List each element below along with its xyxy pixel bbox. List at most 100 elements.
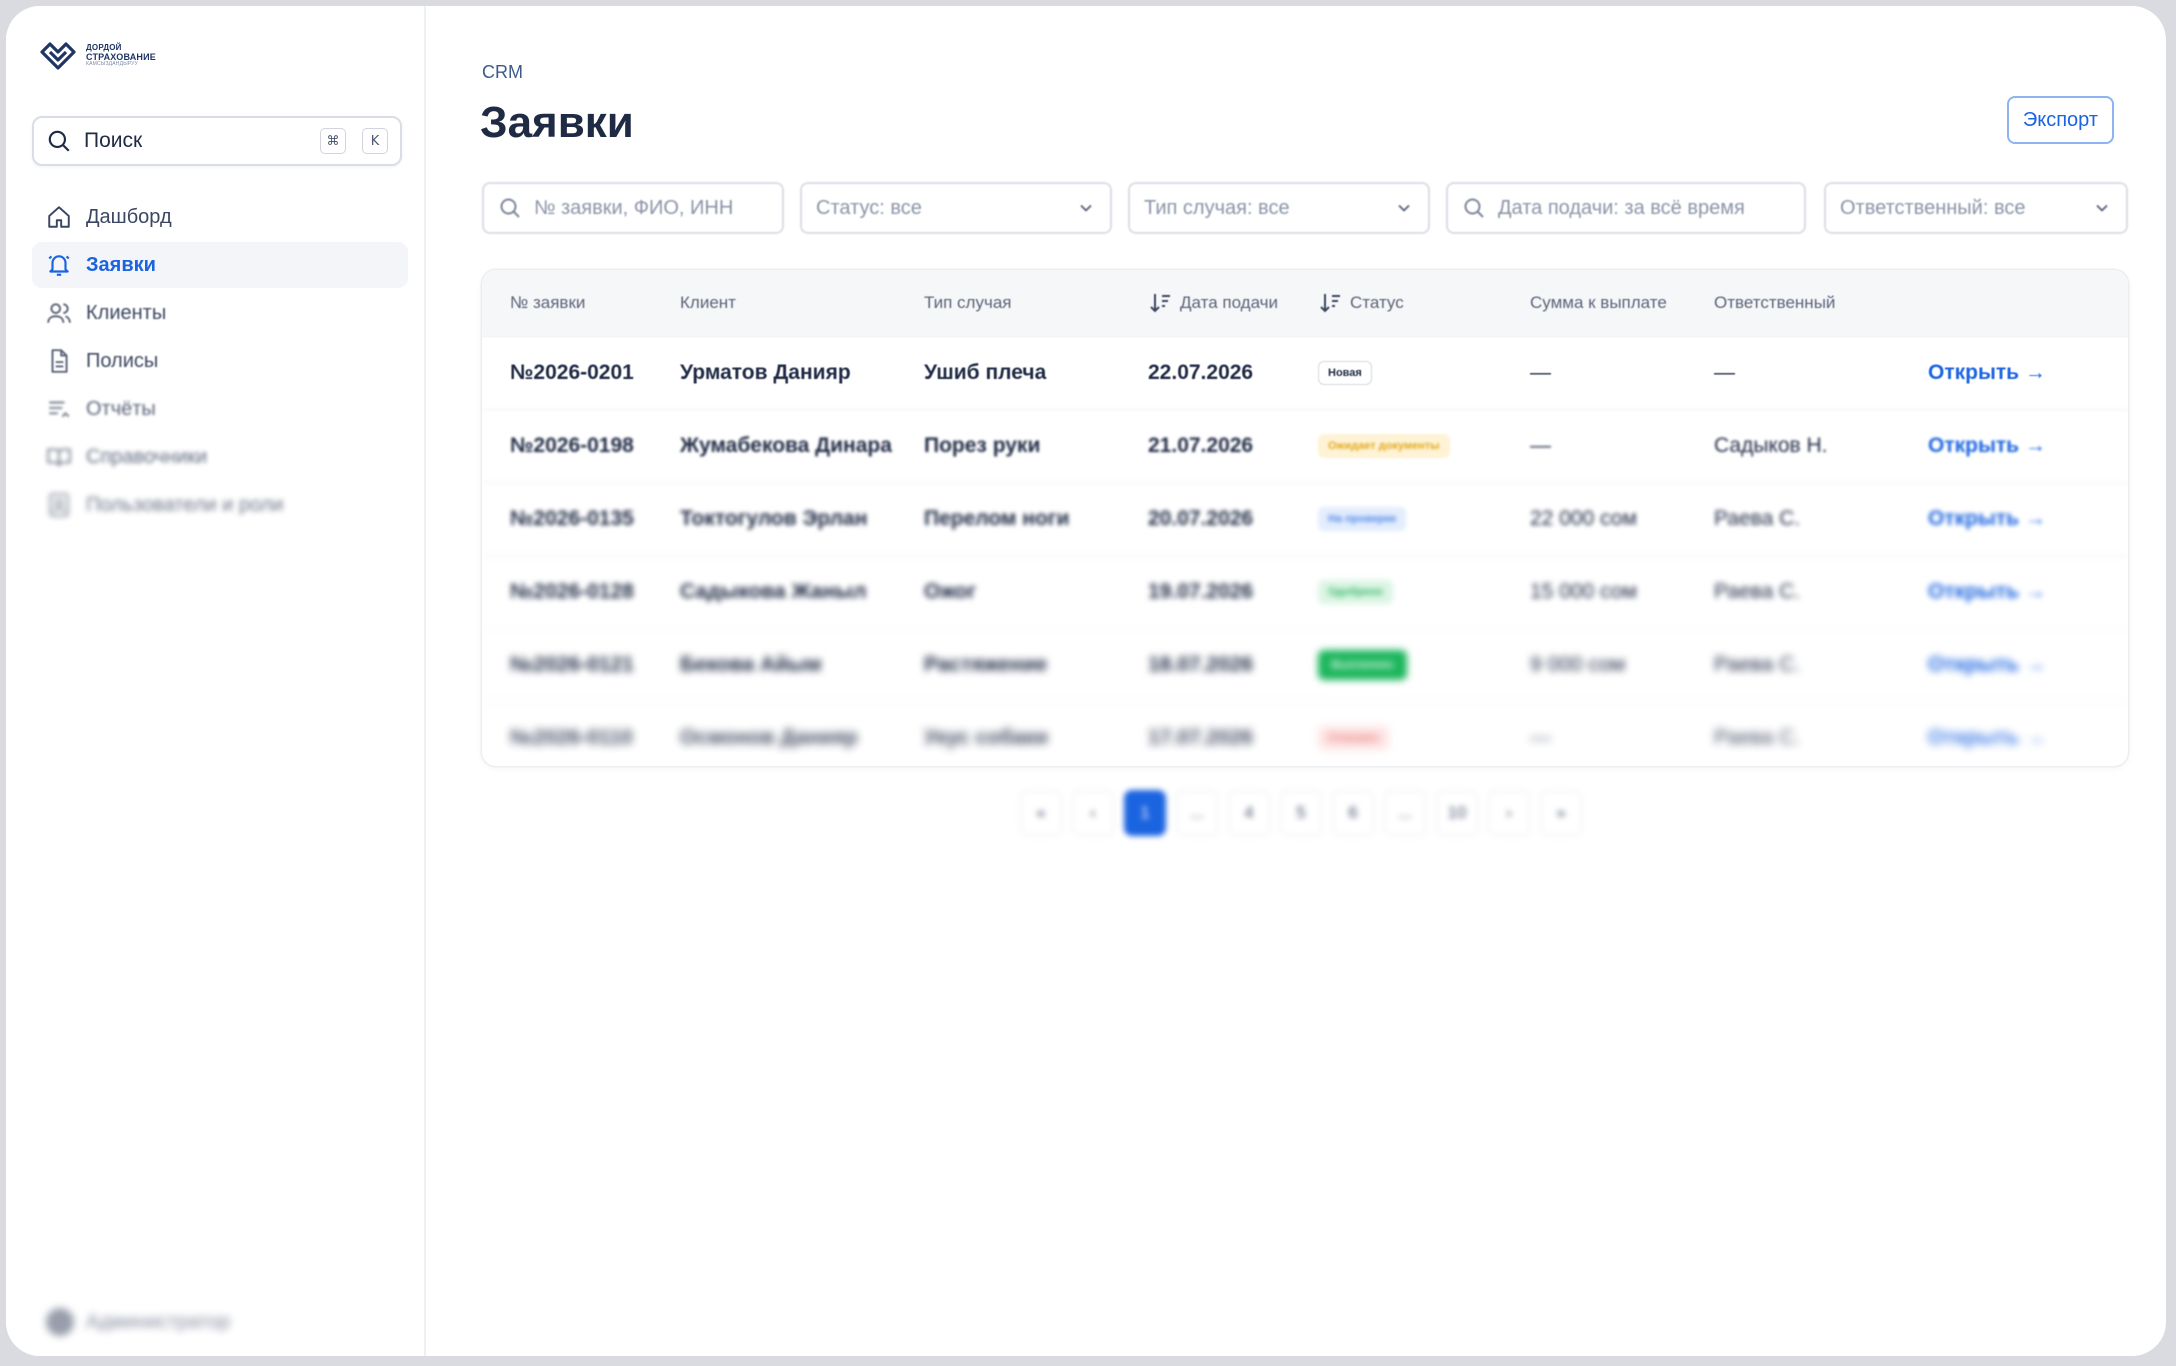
pagination-page[interactable]: 4 <box>1228 790 1270 836</box>
sidebar-item-label: Полисы <box>86 349 159 372</box>
pagination-page[interactable]: 10 <box>1436 790 1478 836</box>
case-type-filter[interactable]: Тип случая: все <box>1128 182 1430 234</box>
pagination-page[interactable]: 6 <box>1332 790 1374 836</box>
responsible: — <box>1714 361 1735 384</box>
table-row[interactable]: №2026-0121 Бекова Айым Растяжение 18.07.… <box>482 628 2128 701</box>
request-id: №2026-0201 <box>510 361 634 384</box>
responsible: Раева С. <box>1714 726 1801 749</box>
client-name: Урматов Данияр <box>680 361 851 384</box>
payout-sum: — <box>1530 434 1551 457</box>
search-icon <box>48 130 70 152</box>
client-name: Садыкова Жаныл <box>680 580 867 603</box>
client-name: Жумабекова Динара <box>680 434 892 457</box>
sidebar-search[interactable]: Поиск ⌘ K <box>32 116 402 166</box>
search-input[interactable]: № заявки, ФИО, ИНН <box>482 182 784 234</box>
submit-date: 20.07.2026 <box>1148 507 1254 530</box>
book-icon <box>47 448 71 467</box>
pagination-prev[interactable]: ‹ <box>1072 790 1114 836</box>
status-badge: Отказано <box>1318 726 1389 750</box>
sidebar-item-users-roles[interactable]: Пользователи и роли <box>32 482 408 528</box>
column-header-sum[interactable]: Сумма к выплате <box>1530 293 1667 313</box>
status-filter[interactable]: Статус: все <box>800 182 1112 234</box>
column-header-date[interactable]: Дата подачи <box>1148 291 1278 315</box>
sidebar-nav: Дашборд Заявки Клиенты Полисы Отчёты Спр… <box>32 194 408 530</box>
user-name: Администратор <box>86 1310 231 1333</box>
sort-icon <box>1150 294 1170 313</box>
sort-icon <box>1320 294 1340 313</box>
open-link[interactable]: Открыть → <box>1928 629 2046 701</box>
sidebar-item-label: Пользователи и роли <box>86 493 284 516</box>
sidebar-item-references[interactable]: Справочники <box>32 434 408 480</box>
brand-name: ДОРДОЙ СТРАХОВАНИЕ КАМСЫЗДАНДЫРУУ <box>86 43 156 68</box>
responsible-filter[interactable]: Ответственный: все <box>1824 182 2128 234</box>
users-icon <box>47 303 71 323</box>
sidebar-item-reports[interactable]: Отчёты <box>32 386 408 432</box>
date-filter[interactable]: Дата подачи: за всё время <box>1446 182 1806 234</box>
client-name: Бекова Айым <box>680 653 822 676</box>
table-row[interactable]: №2026-0110 Осмонов Данияр Укус собаки 17… <box>482 701 2128 766</box>
submit-date: 21.07.2026 <box>1148 434 1254 457</box>
sidebar-item-label: Отчёты <box>86 397 156 420</box>
table-row[interactable]: №2026-0198 Жумабекова Динара Порез руки … <box>482 409 2128 482</box>
open-link[interactable]: Открыть → <box>1928 702 2046 766</box>
status-badge: Одобрено <box>1318 580 1393 604</box>
column-header-client[interactable]: Клиент <box>680 293 736 313</box>
case-type: Растяжение <box>924 653 1048 676</box>
pagination-next[interactable]: › <box>1488 790 1530 836</box>
table-row[interactable]: №2026-0201 Урматов Данияр Ушиб плеча 22.… <box>482 336 2128 409</box>
case-type: Перелом ноги <box>924 507 1070 530</box>
sidebar-item-label: Клиенты <box>86 301 167 324</box>
case-type: Ожог <box>924 580 977 603</box>
breadcrumb[interactable]: CRM <box>482 62 523 83</box>
status-badge: Выплачено <box>1318 650 1407 680</box>
page-title: Заявки <box>480 98 634 147</box>
open-link[interactable]: Открыть → <box>1928 483 2046 555</box>
search-icon <box>500 198 520 218</box>
chevron-down-icon <box>1398 204 1410 212</box>
request-id: №2026-0128 <box>510 580 634 603</box>
current-user[interactable]: Администратор <box>46 1308 230 1336</box>
payout-sum: 22 000 сом <box>1530 507 1637 530</box>
bell-icon <box>48 255 70 276</box>
column-header-responsible[interactable]: Ответственный <box>1714 293 1835 313</box>
export-button[interactable]: Экспорт <box>2006 96 2114 144</box>
request-id: №2026-0121 <box>510 653 634 676</box>
responsible: Садыков Н. <box>1714 434 1828 457</box>
status-cell: Ожидает документы <box>1318 410 1450 482</box>
home-icon <box>48 206 70 228</box>
sidebar-item-label: Дашборд <box>86 205 172 228</box>
pagination-ellipsis: ... <box>1384 790 1426 836</box>
pagination: « ‹ 1 ... 4 5 6 ... 10 › » <box>1020 790 1582 836</box>
open-link[interactable]: Открыть → <box>1928 556 2046 628</box>
table-header: № заявки Клиент Тип случая Дата подачи С… <box>482 270 2128 336</box>
pagination-page[interactable]: 5 <box>1280 790 1322 836</box>
open-link[interactable]: Открыть → <box>1928 410 2046 482</box>
table-row[interactable]: №2026-0135 Токтогулов Эрлан Перелом ноги… <box>482 482 2128 555</box>
open-link[interactable]: Открыть → <box>1928 337 2046 409</box>
brand-logo[interactable]: ДОРДОЙ СТРАХОВАНИЕ КАМСЫЗДАНДЫРУУ <box>38 40 156 72</box>
client-name: Токтогулов Эрлан <box>680 507 868 530</box>
list-icon <box>49 401 70 418</box>
chevron-down-icon <box>2096 204 2108 212</box>
shortcut-cmd: ⌘ <box>320 128 346 154</box>
responsible: Раева С. <box>1714 653 1801 676</box>
pagination-first[interactable]: « <box>1020 790 1062 836</box>
sidebar-item-label: Справочники <box>86 445 208 468</box>
case-type: Порез руки <box>924 434 1041 457</box>
responsible: Раева С. <box>1714 580 1801 603</box>
column-header-id[interactable]: № заявки <box>510 293 585 313</box>
pagination-last[interactable]: » <box>1540 790 1582 836</box>
column-header-status[interactable]: Статус <box>1318 291 1404 315</box>
client-name: Осмонов Данияр <box>680 726 858 749</box>
sidebar: ДОРДОЙ СТРАХОВАНИЕ КАМСЫЗДАНДЫРУУ Поиск … <box>6 6 426 1356</box>
column-header-case[interactable]: Тип случая <box>924 293 1012 313</box>
table-row[interactable]: №2026-0128 Садыкова Жаныл Ожог 19.07.202… <box>482 555 2128 628</box>
logo-mark-icon <box>40 42 76 70</box>
sidebar-item-dashboard[interactable]: Дашборд <box>32 194 408 240</box>
sidebar-item-policies[interactable]: Полисы <box>32 338 408 384</box>
sidebar-item-requests[interactable]: Заявки <box>32 242 408 288</box>
status-badge: Новая <box>1318 361 1372 385</box>
requests-table: № заявки Клиент Тип случая Дата подачи С… <box>482 270 2128 766</box>
pagination-page[interactable]: 1 <box>1124 790 1166 836</box>
sidebar-item-clients[interactable]: Клиенты <box>32 290 408 336</box>
